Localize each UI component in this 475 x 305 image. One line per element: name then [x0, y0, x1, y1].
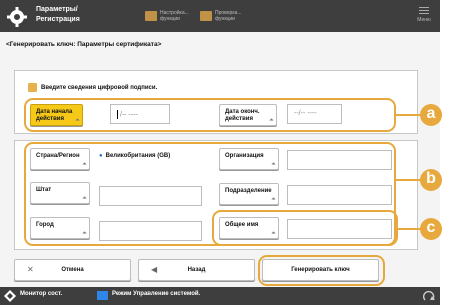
callout-line-b: [396, 179, 422, 181]
back-button[interactable]: ◀ Назад: [138, 259, 255, 281]
function-icon: [200, 11, 212, 21]
back-arrow-icon: ◀: [151, 265, 158, 274]
highlight-frame-generate: [258, 255, 385, 286]
header-title: Параметры/ Регистрация: [36, 6, 80, 23]
callout-b: b: [420, 169, 442, 191]
status-bar: Монитор сост. Режим Управление системой.: [0, 287, 440, 305]
info-label: Введите сведения цифровой подписи.: [41, 85, 158, 92]
gear-icon: [7, 7, 27, 27]
cancel-button[interactable]: ✕ Отмена: [14, 259, 131, 281]
rotate-icon[interactable]: [423, 290, 435, 302]
menu-label: Меню: [417, 17, 431, 23]
menu-icon: [419, 7, 429, 15]
header-button-2-label: Проверка... функции: [215, 10, 242, 22]
message-icon: [97, 291, 108, 300]
highlight-frame-c: [212, 210, 398, 246]
status-monitor-label[interactable]: Монитор сост.: [20, 291, 62, 297]
close-icon: ✕: [27, 265, 34, 274]
highlight-frame-a: [24, 98, 396, 132]
page-subtitle: <Генерировать ключ: Параметры сертификат…: [6, 41, 162, 48]
header-bar: Параметры/ Регистрация Настройка... функ…: [0, 0, 440, 32]
status-monitor-icon[interactable]: [4, 290, 16, 302]
callout-a: a: [420, 104, 442, 126]
function-icon: [145, 11, 157, 21]
menu-button[interactable]: Меню: [414, 6, 434, 26]
info-row: Введите сведения цифровой подписи.: [28, 83, 157, 92]
callout-c: c: [420, 218, 442, 240]
screen-panel: Параметры/ Регистрация Настройка... функ…: [0, 0, 442, 305]
header-button-1-label: Настройка... функции: [160, 10, 189, 22]
callout-line-a: [396, 114, 422, 116]
signature-icon: [28, 83, 37, 92]
callout-line-c: [398, 228, 422, 230]
status-message: Режим Управление системой.: [112, 291, 201, 297]
